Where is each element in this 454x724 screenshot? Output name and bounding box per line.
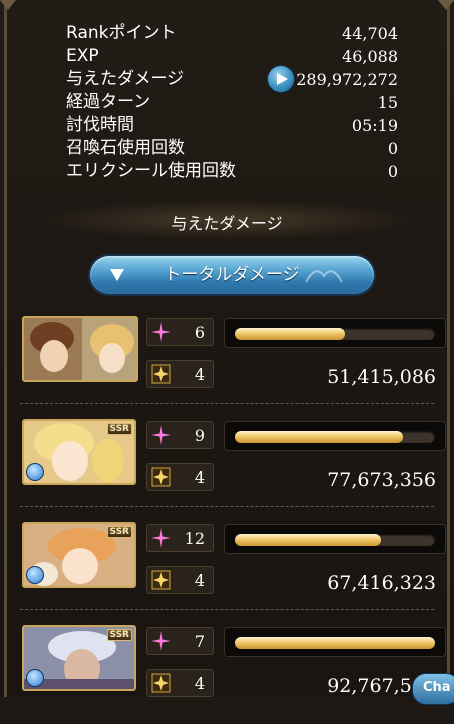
hit-spark-icon	[151, 425, 171, 445]
element-icon	[26, 669, 44, 687]
ougi-icon	[151, 570, 171, 590]
ougi-icon	[151, 467, 171, 487]
damage-bar	[224, 318, 446, 348]
stat-label: 討伐時間	[66, 115, 134, 135]
character-row: 6 4 51,415,086	[0, 312, 454, 415]
row-divider	[20, 609, 434, 610]
hit-count-box: 6	[146, 318, 214, 346]
stat-value: 44,704	[342, 24, 398, 43]
character-portrait[interactable]: SSR	[22, 522, 136, 588]
hit-count-box: 12	[146, 524, 214, 552]
stat-value: 0	[387, 162, 398, 181]
damage-bar-fill	[235, 534, 381, 546]
stat-label: 経過ターン	[66, 92, 151, 112]
chat-button-label: Cha	[423, 680, 451, 695]
character-row: SSR 9 4 77,673,356	[0, 415, 454, 518]
stat-exp: EXP 46,088	[66, 45, 398, 68]
element-icon	[26, 463, 44, 481]
damage-bar-fill	[235, 431, 403, 443]
hit-count-box: 9	[146, 421, 214, 449]
stat-rank-points: Rankポイント 44,704	[66, 22, 398, 45]
character-row: SSR 7 4 92,767,507	[0, 621, 454, 724]
damage-bar-track	[235, 431, 435, 443]
stat-value: 289,972,272	[296, 70, 398, 89]
hit-spark-icon	[151, 322, 171, 342]
stat-value: 05:19	[351, 116, 398, 135]
ougi-icon	[151, 364, 171, 384]
damage-bar	[224, 627, 446, 657]
total-damage-button[interactable]: トータルダメージ	[90, 256, 374, 294]
character-damage-list: 6 4 51,415,086 SSR 9 4 77,673,356 SSR 12…	[0, 312, 454, 724]
stat-summon-uses: 召喚石使用回数 0	[66, 137, 398, 160]
hit-count-box: 7	[146, 627, 214, 655]
element-icon	[26, 566, 44, 584]
character-damage: 67,416,323	[327, 572, 436, 594]
ougi-count: 4	[194, 468, 205, 487]
stat-label: エリクシール使用回数	[66, 161, 236, 181]
damage-bar-track	[235, 534, 435, 546]
stat-label: Rankポイント	[66, 23, 177, 43]
rarity-badge: SSR	[106, 423, 132, 435]
ougi-icon	[151, 673, 171, 693]
row-divider	[20, 403, 434, 404]
damage-bar-track	[235, 328, 435, 340]
damage-bar-fill	[235, 637, 435, 649]
hit-spark-icon	[151, 631, 171, 651]
character-portrait[interactable]	[22, 316, 138, 382]
rarity-badge: SSR	[106, 629, 132, 641]
corner-ornament-icon	[0, 0, 16, 10]
stat-turns: 経過ターン 15	[66, 91, 398, 114]
hit-count: 6	[194, 323, 205, 342]
ougi-count: 4	[194, 365, 205, 384]
stat-damage-dealt: 与えたダメージ 289,972,272	[66, 66, 398, 92]
battle-stats: Rankポイント 44,704 EXP 46,088 与えたダメージ 289,9…	[66, 22, 398, 183]
ougi-count-box: 4	[146, 463, 214, 491]
hit-count: 9	[194, 426, 205, 445]
row-divider	[20, 506, 434, 507]
stat-value: 15	[377, 93, 398, 112]
button-ornament-icon	[305, 270, 343, 283]
ougi-count-box: 4	[146, 669, 214, 697]
character-damage: 51,415,086	[327, 366, 436, 388]
character-damage: 77,673,356	[327, 469, 436, 491]
stat-value: 46,088	[342, 47, 398, 66]
hit-count: 12	[184, 529, 205, 548]
damage-bar	[224, 524, 446, 554]
play-icon	[277, 73, 288, 85]
result-panel: Rankポイント 44,704 EXP 46,088 与えたダメージ 289,9…	[0, 0, 454, 705]
character-portrait[interactable]: SSR	[22, 625, 136, 691]
damage-bar-fill	[235, 328, 345, 340]
damage-detail-play-button[interactable]	[268, 66, 294, 92]
character-row: SSR 12 4 67,416,323	[0, 518, 454, 621]
stat-value: 0	[387, 139, 398, 158]
rarity-badge: SSR	[106, 526, 132, 538]
stat-label: EXP	[66, 46, 99, 66]
character-portrait[interactable]: SSR	[22, 419, 136, 485]
ougi-count-box: 4	[146, 566, 214, 594]
ougi-count: 4	[194, 674, 205, 693]
damage-bar	[224, 421, 446, 451]
ougi-count-box: 4	[146, 360, 214, 388]
damage-bar-track	[235, 637, 435, 649]
chat-button[interactable]: Cha	[412, 673, 454, 705]
hit-spark-icon	[151, 528, 171, 548]
hit-count: 7	[194, 632, 205, 651]
ougi-count: 4	[194, 571, 205, 590]
stat-elixir-uses: エリクシール使用回数 0	[66, 160, 398, 183]
stat-clear-time: 討伐時間 05:19	[66, 114, 398, 137]
corner-ornament-icon	[438, 0, 454, 10]
section-title: 与えたダメージ	[171, 214, 283, 233]
stat-label: 与えたダメージ	[66, 69, 185, 89]
stat-label: 召喚石使用回数	[66, 138, 185, 158]
